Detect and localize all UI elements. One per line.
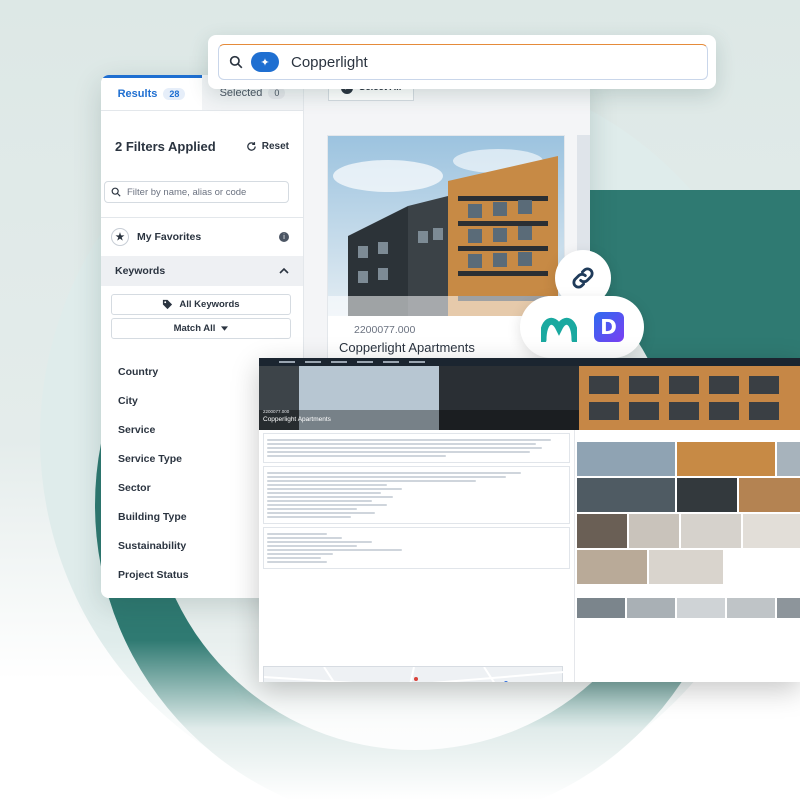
favorites-row[interactable]: ★ My Favorites i bbox=[101, 217, 303, 256]
page-stage: Results 28 Selected 0 2 Filters Applied … bbox=[0, 0, 800, 800]
detail-hero-image bbox=[259, 366, 800, 430]
refresh-icon bbox=[247, 141, 256, 151]
info-icon[interactable]: i bbox=[279, 232, 289, 242]
sparkle-icon[interactable]: ✦ bbox=[251, 52, 279, 72]
chevron-down-icon bbox=[221, 326, 229, 331]
detail-description-box bbox=[263, 433, 570, 463]
detail-map[interactable] bbox=[263, 666, 565, 682]
tab-results[interactable]: Results 28 bbox=[101, 75, 202, 110]
card-project-code: 2200077.000 bbox=[354, 324, 416, 336]
filters-title: 2 Filters Applied bbox=[115, 138, 216, 154]
search-bar: ✦ Copperlight bbox=[208, 35, 716, 89]
detail-tags-box bbox=[263, 527, 570, 569]
favorites-label: My Favorites bbox=[137, 231, 202, 243]
search-icon bbox=[229, 55, 243, 69]
project-photo bbox=[328, 136, 564, 316]
detail-nav-bar bbox=[259, 358, 800, 366]
all-keywords-button[interactable]: All Keywords bbox=[111, 294, 291, 315]
search-icon bbox=[111, 187, 121, 197]
project-detail-window: 2200077.000 Copperlight Apartments bbox=[259, 358, 800, 682]
detail-gallery-column bbox=[574, 430, 800, 682]
favorites-left: ★ My Favorites bbox=[111, 228, 201, 246]
detail-info-column bbox=[259, 430, 574, 682]
tab-results-count: 28 bbox=[163, 88, 186, 100]
detail-project-title: Copperlight Apartments bbox=[263, 416, 331, 423]
detail-photo-gallery bbox=[577, 442, 800, 618]
tag-icon bbox=[163, 299, 173, 310]
card-project-title: Copperlight Apartments bbox=[339, 340, 475, 355]
chevron-up-icon bbox=[279, 267, 289, 274]
filter-search-placeholder: Filter by name, alias or code bbox=[127, 186, 247, 198]
all-keywords-label: All Keywords bbox=[179, 299, 240, 310]
search-value: Copperlight bbox=[291, 53, 368, 71]
match-all-label: Match All bbox=[173, 323, 216, 334]
integration-logo-icon bbox=[540, 317, 577, 342]
keywords-heading: Keywords bbox=[115, 265, 166, 277]
match-all-dropdown[interactable]: Match All bbox=[111, 318, 291, 339]
link-icon bbox=[572, 267, 594, 289]
keywords-section-header[interactable]: Keywords bbox=[101, 256, 303, 286]
search-input[interactable]: ✦ Copperlight bbox=[218, 44, 708, 80]
reset-label: Reset bbox=[261, 140, 289, 152]
star-icon: ★ bbox=[111, 228, 129, 246]
detail-project-code: 2200077.000 bbox=[263, 409, 290, 414]
tab-results-label: Results bbox=[117, 88, 158, 100]
detail-fields-box bbox=[263, 466, 570, 524]
reset-button[interactable]: Reset bbox=[246, 141, 289, 152]
map-pin-icon[interactable] bbox=[414, 677, 418, 681]
d-logo-icon: D bbox=[593, 312, 624, 342]
map-pin-icon[interactable] bbox=[504, 681, 508, 682]
filters-header: 2 Filters Applied Reset bbox=[101, 111, 303, 181]
filter-search-field[interactable]: Filter by name, alias or code bbox=[104, 181, 289, 203]
integration-badges: D bbox=[520, 296, 644, 358]
